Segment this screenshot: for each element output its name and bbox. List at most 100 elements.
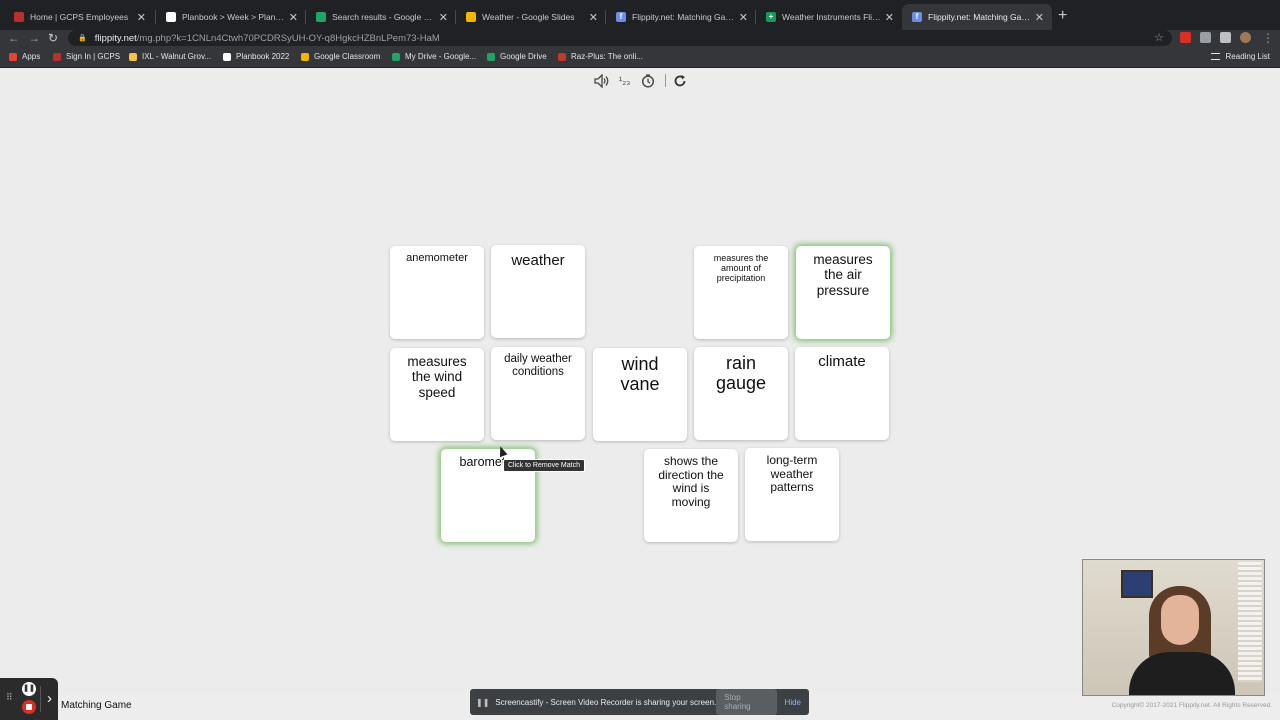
bookmark-label: Planbook 2022 xyxy=(236,52,290,61)
tab-close-icon[interactable]: ✕ xyxy=(289,11,298,24)
webcam-overlay[interactable] xyxy=(1082,559,1265,696)
bookmark-sign-in-gcps[interactable]: Sign In | GCPS xyxy=(53,52,120,61)
tab-gcps-home[interactable]: Home | GCPS Employees ✕ xyxy=(4,4,154,30)
reload-icon[interactable]: ↻ xyxy=(48,30,58,46)
card-rain-gauge[interactable]: rain gauge xyxy=(694,347,788,440)
card-shows-wind-direction[interactable]: shows the direction the wind is moving xyxy=(644,449,738,542)
timer-toggle[interactable] xyxy=(641,73,655,89)
stop-recording-button[interactable] xyxy=(22,700,36,714)
card-text: climate xyxy=(818,353,866,370)
card-long-term-weather-patterns[interactable]: long-term weather patterns xyxy=(745,448,839,541)
bookmark-my-drive[interactable]: My Drive - Google... xyxy=(392,52,476,61)
flippity-favicon-icon: f xyxy=(912,12,922,22)
bookmark-google-drive[interactable]: Google Drive xyxy=(487,52,547,61)
tab-title: Home | GCPS Employees xyxy=(30,12,129,22)
card-climate[interactable]: climate xyxy=(795,347,889,440)
card-measures-wind-speed[interactable]: measures the wind speed xyxy=(390,348,484,441)
tab-close-icon[interactable]: ✕ xyxy=(885,11,894,24)
tab-weather-sheet[interactable]: + Weather Instruments Flippity ✕ xyxy=(756,4,902,30)
hide-button[interactable]: Hide xyxy=(785,698,801,707)
gcps-favicon-icon xyxy=(14,12,24,22)
sound-toggle[interactable] xyxy=(594,73,610,89)
drag-handle-icon[interactable]: ⠿ xyxy=(6,692,13,703)
tab-title: Flippity.net: Matching Game xyxy=(928,12,1031,22)
profile-avatar[interactable] xyxy=(1240,32,1251,43)
tab-close-icon[interactable]: ✕ xyxy=(1035,11,1044,24)
tab-flippity-matching-game[interactable]: f Flippity.net: Matching Game ✕ xyxy=(902,4,1052,30)
stop-sharing-button[interactable]: Stop sharing xyxy=(716,689,777,715)
tab-title: Planbook > Week > PlanbookEdu xyxy=(182,12,285,22)
card-text: weather xyxy=(511,252,565,269)
planbook-favicon-icon xyxy=(166,12,176,22)
page-title: Matching Game xyxy=(61,700,132,711)
card-text: daily weather conditions xyxy=(504,353,572,378)
reset-icon xyxy=(674,75,686,87)
control-divider xyxy=(665,74,666,87)
bookmark-label: IXL - Walnut Grov... xyxy=(142,52,212,61)
tab-close-icon[interactable]: ✕ xyxy=(589,11,598,24)
bookmark-star-icon[interactable]: ☆ xyxy=(1154,30,1164,46)
google-drive-favicon-icon xyxy=(487,52,495,61)
google-drive-favicon-icon xyxy=(316,12,326,22)
tab-weather-slides[interactable]: Weather - Google Slides ✕ xyxy=(456,4,606,30)
card-anemometer[interactable]: anemometer xyxy=(390,246,484,339)
remove-match-tooltip: Click to Remove Match xyxy=(503,459,585,472)
url-host: flippity.net xyxy=(94,32,137,44)
bookmark-ixl[interactable]: IXL - Walnut Grov... xyxy=(129,52,211,61)
card-daily-weather-conditions[interactable]: daily weather conditions xyxy=(491,347,585,440)
reading-list-icon xyxy=(1210,53,1220,60)
bookmark-apps[interactable]: Apps xyxy=(9,52,40,61)
reading-list-button[interactable]: Reading List xyxy=(1210,52,1270,61)
screencastify-extension-icon[interactable] xyxy=(1180,32,1191,43)
more-menu-icon[interactable]: ⋮ xyxy=(1262,30,1274,46)
reading-list-label: Reading List xyxy=(1225,52,1270,61)
browser-toolbar: ← → ↻ 🔒 flippity.net /mg.php?k=1CNLn4Ctw… xyxy=(0,30,1280,48)
back-arrow-icon[interactable]: ← xyxy=(8,30,20,46)
ixl-favicon-icon xyxy=(129,52,137,61)
pause-recording-button[interactable]: ❚❚ xyxy=(22,682,36,696)
sharing-pause-icon: ❚❚ xyxy=(476,697,490,707)
new-tab-icon[interactable]: + xyxy=(1058,7,1067,25)
tab-title: Weather Instruments Flippity xyxy=(782,12,881,22)
google-drive-favicon-icon xyxy=(392,52,400,61)
tab-planbook[interactable]: Planbook > Week > PlanbookEdu ✕ xyxy=(156,4,306,30)
google-slides-favicon-icon xyxy=(466,12,476,22)
tab-close-icon[interactable]: ✕ xyxy=(739,11,748,24)
bookmark-google-classroom[interactable]: Google Classroom xyxy=(301,52,380,61)
card-text: wind vane xyxy=(620,354,660,395)
bookmark-label: Google Drive xyxy=(500,52,547,61)
extensions-puzzle-icon[interactable] xyxy=(1200,32,1211,43)
bookmark-label: Sign In | GCPS xyxy=(66,52,121,61)
window-shutter xyxy=(1238,562,1262,682)
card-measures-precipitation[interactable]: measures the amount of precipitation xyxy=(694,246,788,339)
forward-arrow-icon[interactable]: → xyxy=(28,30,40,46)
screen-sharing-bar: ❚❚ Screencastify - Screen Video Recorder… xyxy=(470,689,809,715)
bookmarks-bar: Apps Sign In | GCPS IXL - Walnut Grov...… xyxy=(0,48,1280,68)
google-sheets-favicon-icon: + xyxy=(766,12,776,22)
card-text: anemometer xyxy=(406,252,468,264)
expand-chevron-icon[interactable]: › xyxy=(40,686,58,712)
tab-flippity-instructions[interactable]: f Flippity.net: Matching Game Instr ✕ xyxy=(606,4,756,30)
card-wind-vane[interactable]: wind vane xyxy=(593,348,687,441)
tab-close-icon[interactable]: ✕ xyxy=(439,11,448,24)
tab-close-icon[interactable]: ✕ xyxy=(137,11,146,24)
card-measures-air-pressure[interactable]: measures the air pressure xyxy=(796,246,890,339)
screencastify-widget: ⠿ ❚❚ › xyxy=(0,678,58,720)
number-toggle[interactable]: ¹₂₃ xyxy=(619,73,630,89)
reset-button[interactable] xyxy=(673,73,687,89)
tab-drive-search[interactable]: Search results - Google Drive ✕ xyxy=(306,4,456,30)
sharing-message: Screencastify - Screen Video Recorder is… xyxy=(495,697,717,707)
reading-list-toolbar-icon[interactable] xyxy=(1220,32,1231,43)
address-bar[interactable]: 🔒 flippity.net /mg.php?k=1CNLn4Ctwh70PCD… xyxy=(68,30,1172,46)
wall-painting xyxy=(1121,570,1153,598)
classroom-favicon-icon xyxy=(301,52,309,61)
card-weather[interactable]: weather xyxy=(491,245,585,338)
bookmark-raz-plus[interactable]: Raz-Plus: The onli... xyxy=(558,52,643,61)
copyright-text: Copyright© 2017-2021 Flippity.net. All R… xyxy=(1111,702,1272,709)
bookmark-label: Google Classroom xyxy=(314,52,381,61)
tab-strip: Home | GCPS Employees ✕ Planbook > Week … xyxy=(0,0,1280,30)
bookmark-label: Raz-Plus: The onli... xyxy=(571,52,643,61)
matching-game-page: ¹₂₃ anemometer weather measures the amou… xyxy=(0,68,1280,709)
tab-title: Search results - Google Drive xyxy=(332,12,435,22)
bookmark-planbook[interactable]: Planbook 2022 xyxy=(223,52,289,61)
